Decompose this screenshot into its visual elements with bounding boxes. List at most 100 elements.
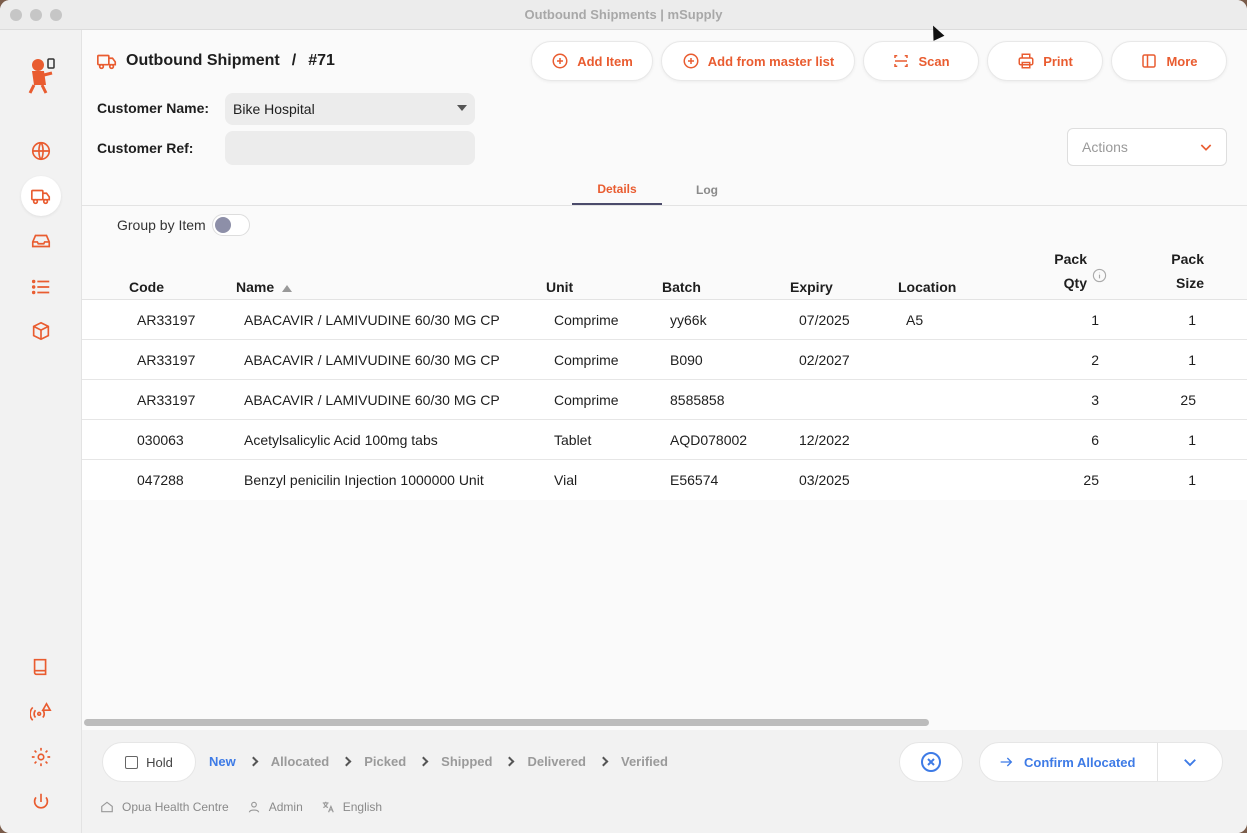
- toolbar: Add Item Add from master list Scan Print…: [531, 41, 1227, 81]
- pack-qty-line1: Pack: [1054, 251, 1087, 267]
- cell-code: 030063: [137, 432, 184, 448]
- column-header-name[interactable]: Name: [236, 279, 293, 295]
- column-header-expiry[interactable]: Expiry: [790, 279, 833, 295]
- status-step-verified: Verified: [621, 754, 668, 769]
- table-row[interactable]: 030063 Acetylsalicylic Acid 100mg tabs T…: [82, 420, 1247, 460]
- cell-pack-qty: 25: [1083, 472, 1099, 488]
- hold-checkbox-button[interactable]: Hold: [102, 742, 196, 782]
- chevron-down-icon: [1184, 759, 1196, 767]
- store-info[interactable]: Opua Health Centre: [100, 800, 229, 814]
- info-icon[interactable]: [1092, 268, 1107, 283]
- more-label: More: [1166, 53, 1198, 69]
- cell-unit: Comprime: [554, 392, 619, 408]
- nav-book-icon[interactable]: [21, 647, 61, 687]
- tab-log[interactable]: Log: [662, 175, 752, 205]
- column-header-location[interactable]: Location: [898, 279, 956, 295]
- print-button[interactable]: Print: [987, 41, 1103, 81]
- scan-button[interactable]: Scan: [863, 41, 979, 81]
- cell-batch: E56574: [670, 472, 719, 488]
- nav-sync-alert-icon[interactable]: [21, 692, 61, 732]
- cell-pack-qty: 2: [1091, 352, 1099, 368]
- cell-name: Acetylsalicylic Acid 100mg tabs: [244, 432, 438, 448]
- side-panel-icon: [1142, 54, 1157, 68]
- customer-name-label: Customer Name:: [97, 100, 210, 116]
- cell-unit: Comprime: [554, 312, 619, 328]
- status-step-delivered: Delivered: [527, 754, 586, 769]
- cell-code: AR33197: [137, 392, 196, 408]
- minimize-window-button[interactable]: [30, 9, 42, 21]
- language-info[interactable]: English: [321, 800, 382, 814]
- chevron-right-icon: [505, 756, 515, 767]
- app-window: Outbound Shipments | mSupply Outbound Sh…: [0, 0, 1247, 833]
- cell-expiry: 03/2025: [799, 472, 850, 488]
- chevron-right-icon: [598, 756, 609, 767]
- cell-pack-size: 1: [1188, 472, 1196, 488]
- column-header-batch[interactable]: Batch: [662, 279, 701, 295]
- horizontal-scrollbar[interactable]: [84, 719, 929, 726]
- page-title: Outbound Shipment / #71: [96, 50, 335, 72]
- footer-bar: Hold New Allocated Picked Shipped Delive…: [82, 730, 1247, 833]
- table-header: Code Name Unit Batch Expiry Location Pac…: [82, 250, 1247, 300]
- customer-name-value: Bike Hospital: [233, 101, 315, 117]
- dropdown-caret-icon: [457, 105, 467, 111]
- plus-circle-icon: [683, 53, 699, 69]
- actions-dropdown[interactable]: Actions: [1067, 128, 1227, 166]
- add-item-button[interactable]: Add Item: [531, 41, 653, 81]
- column-header-code[interactable]: Code: [129, 279, 164, 295]
- nav-inbox-icon[interactable]: [21, 221, 61, 261]
- column-header-pack-qty[interactable]: Pack Qty: [1042, 247, 1087, 295]
- window-title: Outbound Shipments | mSupply: [524, 7, 723, 22]
- chevron-right-icon: [418, 756, 429, 767]
- status-step-new: New: [209, 754, 236, 769]
- cell-expiry: 12/2022: [799, 432, 850, 448]
- status-step-allocated: Allocated: [270, 754, 330, 769]
- nav-list-icon[interactable]: [21, 267, 61, 307]
- status-info-bar: Opua Health Centre Admin English: [100, 800, 382, 814]
- chevron-down-icon: [1200, 144, 1212, 151]
- status-step-shipped: Shipped: [441, 754, 493, 769]
- more-button[interactable]: More: [1111, 41, 1227, 81]
- language-name: English: [342, 800, 383, 814]
- column-header-name-label: Name: [236, 279, 275, 295]
- pack-qty-line2: Qty: [1063, 275, 1087, 291]
- cell-code: AR33197: [137, 312, 196, 328]
- nav-stock-box-icon[interactable]: [21, 311, 61, 351]
- table-row[interactable]: 047288 Benzyl penicilin Injection 100000…: [82, 460, 1247, 500]
- table-row[interactable]: AR33197 ABACAVIR / LAMIVUDINE 60/30 MG C…: [82, 380, 1247, 420]
- cell-pack-size: 1: [1188, 312, 1196, 328]
- scan-label: Scan: [918, 53, 950, 69]
- group-by-item-control: Group by Item: [117, 214, 250, 236]
- tab-bar: Details Log: [572, 175, 752, 205]
- shipment-lines-table: Code Name Unit Batch Expiry Location Pac…: [82, 250, 1247, 500]
- cell-location: A5: [906, 312, 924, 328]
- status-step-picked: Picked: [364, 754, 407, 769]
- nav-settings-gear-icon[interactable]: [21, 737, 61, 777]
- table-row[interactable]: AR33197 ABACAVIR / LAMIVUDINE 60/30 MG C…: [82, 340, 1247, 380]
- column-header-unit[interactable]: Unit: [546, 279, 573, 295]
- customer-ref-label: Customer Ref:: [97, 140, 194, 156]
- close-window-button[interactable]: [10, 9, 22, 21]
- group-by-item-switch[interactable]: [211, 214, 250, 236]
- sidebar: [0, 30, 82, 833]
- table-row[interactable]: AR33197 ABACAVIR / LAMIVUDINE 60/30 MG C…: [82, 300, 1247, 340]
- column-header-pack-size[interactable]: Pack Size: [1154, 247, 1204, 295]
- confirm-allocated-label: Confirm Allocated: [1024, 754, 1136, 770]
- confirm-options-dropdown[interactable]: [1158, 753, 1222, 771]
- cell-batch: 8585858: [670, 392, 725, 408]
- cell-unit: Tablet: [554, 432, 592, 448]
- confirm-allocated-button[interactable]: Confirm Allocated: [980, 743, 1158, 781]
- customer-ref-input[interactable]: [225, 131, 475, 165]
- arrow-right-icon: [1000, 757, 1013, 767]
- maximize-window-button[interactable]: [50, 9, 62, 21]
- print-label: Print: [1043, 53, 1073, 69]
- chevron-right-icon: [341, 756, 352, 767]
- cell-code: AR33197: [137, 352, 196, 368]
- nav-distribution-truck-icon[interactable]: [21, 176, 61, 216]
- cancel-button[interactable]: [899, 742, 963, 782]
- tab-details[interactable]: Details: [572, 175, 662, 205]
- customer-name-select[interactable]: Bike Hospital: [225, 93, 475, 125]
- nav-dashboard-globe-icon[interactable]: [21, 131, 61, 171]
- nav-logout-power-icon[interactable]: [21, 782, 61, 822]
- add-from-master-list-button[interactable]: Add from master list: [661, 41, 855, 81]
- user-info[interactable]: Admin: [247, 800, 303, 814]
